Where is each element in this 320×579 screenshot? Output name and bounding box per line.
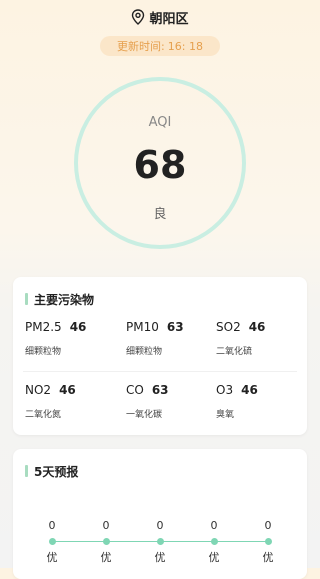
pollutant-name: NO2 xyxy=(25,383,52,397)
pollutant-name: SO2 xyxy=(216,320,241,334)
pollutant-item-pm10[interactable]: PM10 63 细颗粒物 xyxy=(126,320,184,370)
forecast-dot xyxy=(156,538,164,545)
forecast-title: 5天预报 xyxy=(25,463,78,479)
update-time-badge: 更新时间: 16: 18 xyxy=(100,36,220,56)
pollutant-value: 46 xyxy=(241,383,258,397)
pollutant-item-co[interactable]: CO 63 一氧化碳 xyxy=(126,383,169,433)
pollutant-name: PM10 xyxy=(126,320,159,334)
forecast-day[interactable]: 0 优 xyxy=(253,519,283,565)
pollutant-value: 46 xyxy=(59,383,76,397)
pollutant-desc: 二氧化氮 xyxy=(25,410,62,420)
pollutant-value: 46 xyxy=(69,320,87,334)
forecast-level: 优 xyxy=(100,551,112,564)
aqi-label: AQI xyxy=(148,115,172,130)
forecast-dot xyxy=(210,538,218,545)
pollutant-value: 63 xyxy=(166,320,184,334)
forecast-dot xyxy=(102,538,110,545)
forecast-dot xyxy=(48,538,56,545)
pollutant-name: O3 xyxy=(216,383,234,397)
pollutant-name: CO xyxy=(126,383,144,397)
row-divider xyxy=(23,371,297,372)
pollutant-row: NO2 46 二氧化氮 CO 63 一氧化碳 O3 46 臭氧 xyxy=(13,383,307,433)
aqi-value: 68 xyxy=(133,143,187,187)
forecast-value: 0 xyxy=(48,519,56,532)
forecast-day[interactable]: 0 优 xyxy=(145,519,175,565)
forecast-level: 优 xyxy=(208,551,220,564)
location-header[interactable]: 朝阳区 xyxy=(0,7,320,27)
pollutant-row: PM2.5 46 细颗粒物 PM10 63 细颗粒物 SO2 46 二氧化硫 xyxy=(13,320,307,370)
pollutants-title-text: 主要污染物 xyxy=(34,292,95,307)
pollutants-card: 主要污染物 PM2.5 46 细颗粒物 PM10 63 细颗粒物 SO2 46 … xyxy=(13,277,307,435)
pollutant-desc: 一氧化碳 xyxy=(126,410,163,420)
forecast-dot xyxy=(264,538,272,545)
pollutant-value: 63 xyxy=(151,383,169,397)
pollutant-item-o3[interactable]: O3 46 臭氧 xyxy=(216,383,258,433)
pollutant-item-so2[interactable]: SO2 46 二氧化硫 xyxy=(216,320,265,370)
pollutant-desc: 细颗粒物 xyxy=(126,347,163,357)
update-time-value: 16: 18 xyxy=(167,39,203,53)
forecast-level: 优 xyxy=(46,551,58,564)
title-accent-bar xyxy=(25,465,28,477)
pollutant-desc: 臭氧 xyxy=(216,410,235,420)
aqi-gauge: AQI 68 良 xyxy=(70,73,250,253)
forecast-value: 0 xyxy=(264,519,272,532)
forecast-value: 0 xyxy=(210,519,218,532)
aqi-level: 良 xyxy=(153,207,167,222)
pollutant-desc: 细颗粒物 xyxy=(25,347,62,357)
forecast-value: 0 xyxy=(102,519,110,532)
forecast-value: 0 xyxy=(156,519,164,532)
pollutant-item-pm25[interactable]: PM2.5 46 细颗粒物 xyxy=(25,320,86,370)
forecast-day[interactable]: 0 优 xyxy=(91,519,121,565)
city-name: 朝阳区 xyxy=(149,11,189,27)
pollutant-value: 46 xyxy=(248,320,266,334)
pollutant-desc: 二氧化硫 xyxy=(216,347,253,357)
pollutant-name: PM2.5 xyxy=(25,320,62,334)
forecast-day[interactable]: 0 优 xyxy=(37,519,67,565)
forecast-strip: 0 优 0 优 0 优 0 优 0 优 xyxy=(13,519,307,579)
update-time-label: 更新时间: xyxy=(117,40,165,53)
forecast-card: 5天预报 0 优 0 优 0 优 0 优 0 优 xyxy=(13,449,307,579)
forecast-level: 优 xyxy=(262,551,274,564)
title-accent-bar xyxy=(25,293,28,305)
location-pin-icon xyxy=(132,9,145,25)
pollutants-title: 主要污染物 xyxy=(25,291,94,307)
forecast-day[interactable]: 0 优 xyxy=(199,519,229,565)
forecast-title-text: 5天预报 xyxy=(34,464,79,479)
forecast-level: 优 xyxy=(154,551,166,564)
pollutant-item-no2[interactable]: NO2 46 二氧化氮 xyxy=(25,383,76,433)
